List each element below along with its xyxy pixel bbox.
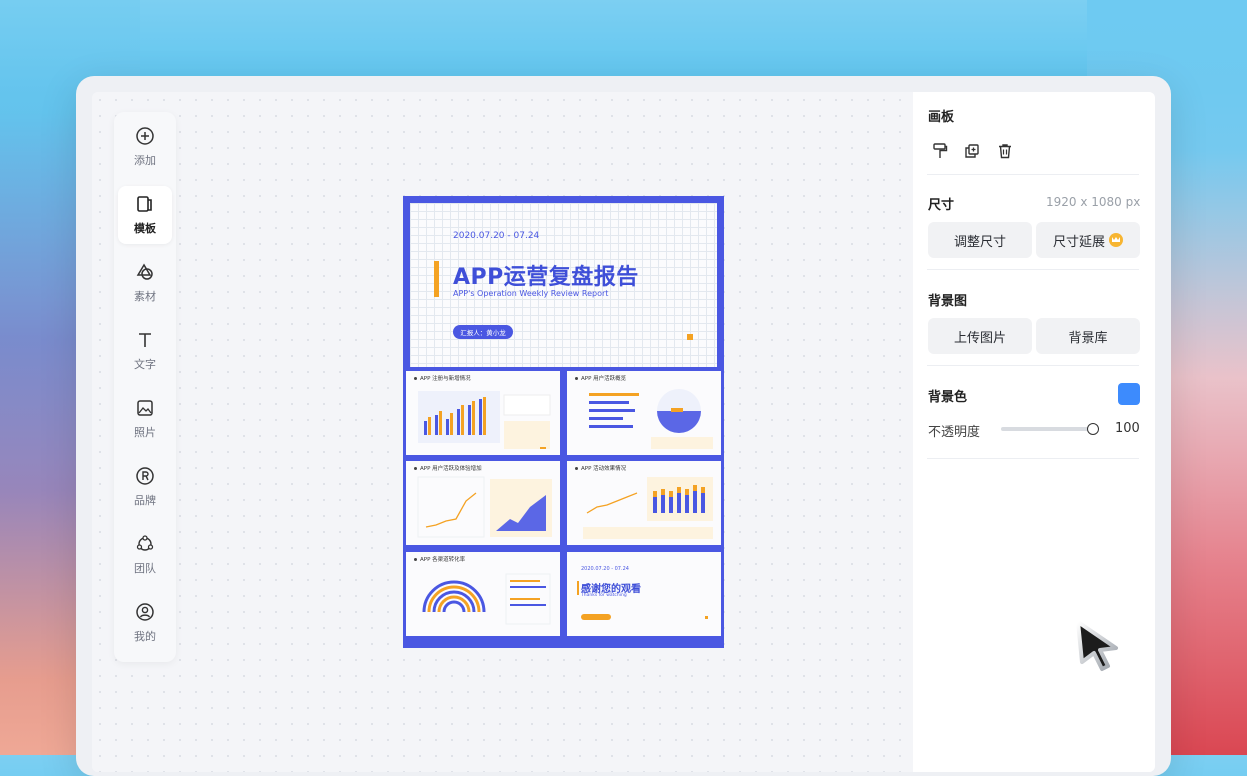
panel-title: 画板 bbox=[928, 110, 955, 125]
cover-accent-dot bbox=[687, 334, 693, 340]
cover-subtitle: APP's Operation Weekly Review Report bbox=[453, 289, 609, 298]
duplicate-icon[interactable] bbox=[963, 142, 981, 160]
toolbar-item-photo[interactable]: 照片 bbox=[118, 390, 172, 448]
background-image-label: 背景图 bbox=[928, 294, 968, 309]
resize-button-label: 调整尺寸 bbox=[953, 234, 1006, 250]
user-icon bbox=[136, 603, 154, 621]
toolbar-item-brand[interactable]: 品牌 bbox=[118, 458, 172, 516]
opacity-slider[interactable] bbox=[1001, 427, 1093, 431]
size-value: 1920 x 1080 px bbox=[1046, 195, 1141, 209]
canvas-area[interactable]: 添加 模板 素材 文字 照片 品牌 团队 我的 2020.07.20 - 07.… bbox=[92, 92, 913, 772]
shapes-icon bbox=[136, 263, 153, 280]
thanks-date: 2020.07.20 - 07.24 bbox=[581, 566, 629, 572]
cover-title: APP运营复盘报告 bbox=[453, 265, 639, 290]
background-library-button[interactable]: 背景库 bbox=[1036, 318, 1140, 354]
divider bbox=[927, 174, 1139, 175]
toolbar-item-team[interactable]: 团队 bbox=[118, 526, 172, 584]
toolbar-item-label: 模板 bbox=[134, 222, 156, 235]
thanks-pill bbox=[581, 614, 611, 620]
divider bbox=[927, 365, 1139, 366]
trash-icon[interactable] bbox=[996, 142, 1014, 160]
toolbar-item-mine[interactable]: 我的 bbox=[118, 594, 172, 652]
toolbar-item-label: 品牌 bbox=[134, 494, 156, 507]
template-poster[interactable]: 2020.07.20 - 07.24 APP运营复盘报告 APP's Opera… bbox=[403, 196, 724, 648]
size-label: 尺寸 bbox=[928, 198, 955, 213]
text-icon bbox=[139, 333, 151, 347]
plus-circle-icon bbox=[136, 127, 154, 145]
opacity-slider-thumb[interactable] bbox=[1087, 423, 1099, 435]
format-painter-icon[interactable] bbox=[931, 142, 949, 160]
cover-slide[interactable]: 2020.07.20 - 07.24 APP运营复盘报告 APP's Opera… bbox=[410, 203, 717, 367]
resize-button[interactable]: 调整尺寸 bbox=[928, 222, 1032, 258]
background-color-label: 背景色 bbox=[928, 390, 968, 405]
cover-accent-bar bbox=[434, 261, 439, 297]
registered-icon bbox=[136, 467, 154, 485]
upload-image-button[interactable]: 上传图片 bbox=[928, 318, 1032, 354]
left-toolbar: 添加 模板 素材 文字 照片 品牌 团队 我的 bbox=[114, 112, 176, 662]
thanks-subtitle: Thanks for watching bbox=[581, 593, 627, 598]
toolbar-item-material[interactable]: 素材 bbox=[118, 254, 172, 312]
extend-size-button[interactable]: 尺寸延展 bbox=[1036, 222, 1140, 258]
extend-button-label: 尺寸延展 bbox=[1052, 234, 1105, 250]
slide-thumbnail[interactable]: APP 各渠道转化率 bbox=[406, 552, 560, 636]
toolbar-item-label: 照片 bbox=[134, 426, 156, 439]
mouse-cursor-icon bbox=[1076, 620, 1118, 671]
image-icon bbox=[137, 400, 153, 416]
combo-chart-thumbnail bbox=[583, 477, 713, 539]
editor: 添加 模板 素材 文字 照片 品牌 团队 我的 2020.07.20 - 07.… bbox=[92, 92, 1155, 772]
divider bbox=[927, 458, 1139, 459]
bar-chart-thumbnail bbox=[418, 391, 551, 449]
upload-button-label: 上传图片 bbox=[953, 330, 1006, 346]
toolbar-item-label: 添加 bbox=[134, 154, 156, 167]
toolbar-item-add[interactable]: 添加 bbox=[118, 118, 172, 176]
radial-chart-thumbnail bbox=[422, 573, 551, 625]
slide-thumbnail[interactable]: APP 用户活跃概览 bbox=[567, 371, 721, 455]
reporter-pill: 汇报人：黄小龙 bbox=[453, 325, 513, 339]
thanks-accent-bar bbox=[577, 581, 579, 595]
toolbar-item-label: 我的 bbox=[134, 630, 156, 643]
slide-thumbnail[interactable]: APP 注册与新增情况 bbox=[406, 371, 560, 455]
background-color-swatch[interactable] bbox=[1118, 383, 1140, 405]
cover-date: 2020.07.20 - 07.24 bbox=[453, 231, 540, 241]
divider bbox=[927, 269, 1139, 270]
slide-thumbnail[interactable]: APP 活动效果情况 bbox=[567, 461, 721, 545]
slide-thumbnail[interactable]: 2020.07.20 - 07.24 感谢您的观看 Thanks for wat… bbox=[567, 552, 721, 636]
toolbar-item-label: 素材 bbox=[134, 290, 156, 303]
template-icon bbox=[137, 196, 152, 212]
crown-icon bbox=[1109, 233, 1123, 247]
slide-thumbnail[interactable]: APP 用户活跃及体验增加 bbox=[406, 461, 560, 545]
toolbar-item-label: 团队 bbox=[134, 562, 156, 575]
toolbar-item-text[interactable]: 文字 bbox=[118, 322, 172, 380]
team-icon bbox=[136, 535, 154, 551]
line-chart-thumbnail bbox=[417, 476, 552, 538]
toolbar-item-label: 文字 bbox=[134, 358, 156, 371]
opacity-value: 100 bbox=[1115, 421, 1140, 436]
thanks-dot bbox=[705, 616, 708, 619]
opacity-label: 不透明度 bbox=[928, 425, 981, 440]
hbar-chart-thumbnail bbox=[589, 389, 713, 449]
toolbar-item-template[interactable]: 模板 bbox=[118, 186, 172, 244]
library-button-label: 背景库 bbox=[1068, 330, 1108, 346]
